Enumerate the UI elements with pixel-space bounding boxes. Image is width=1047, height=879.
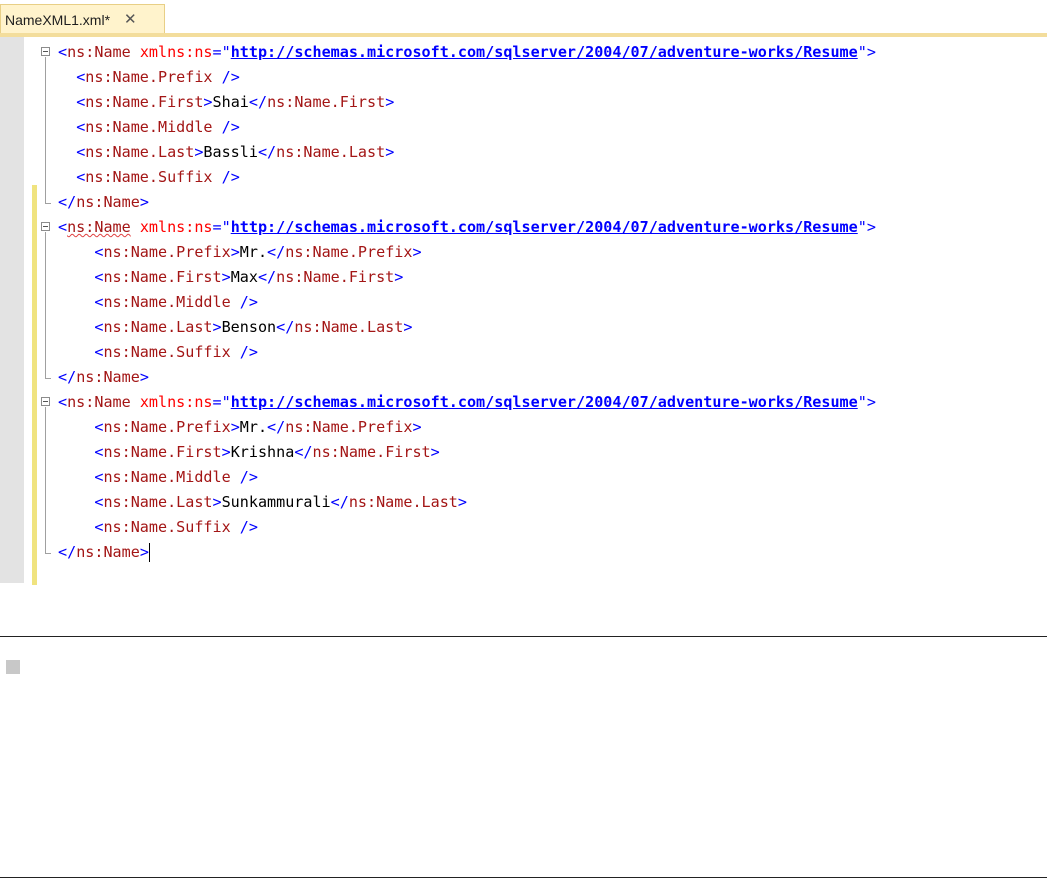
first-name-value: Max — [230, 268, 258, 286]
code-line: </ns:Name> — [58, 368, 149, 386]
collapse-icon[interactable] — [41, 222, 50, 231]
code-line: <ns:Name.Suffix /> — [94, 343, 258, 361]
last-name-value: Bassli — [203, 143, 258, 161]
pane-square-icon — [6, 660, 20, 674]
code-line: <ns:Name xmlns:ns="http://schemas.micros… — [58, 43, 876, 61]
last-name-value: Benson — [221, 318, 277, 336]
code-line: <ns:Name.Middle /> — [94, 468, 258, 486]
close-icon[interactable]: ✕ — [124, 12, 137, 27]
first-name-value: Krishna — [230, 443, 295, 461]
fold-guide-end — [45, 378, 51, 379]
code-line: <ns:Name.Middle /> — [94, 293, 258, 311]
change-indicator — [32, 185, 37, 585]
collapse-icon[interactable] — [41, 397, 50, 406]
pane-bottom-border — [0, 877, 1047, 878]
document-tab[interactable]: NameXML1.xml* ✕ — [0, 4, 165, 34]
fold-guide — [45, 407, 46, 553]
code-line: <ns:Name.Last>Sunkammurali</ns:Name.Last… — [94, 493, 467, 511]
code-line: <ns:Name xmlns:ns="http://schemas.micros… — [58, 218, 876, 236]
prefix-value: Mr. — [239, 418, 268, 436]
collapse-icon[interactable] — [41, 47, 50, 56]
xml-editor[interactable]: <ns:Name xmlns:ns="http://schemas.micros… — [0, 37, 1047, 585]
code-line: <ns:Name.First>Max</ns:Name.First> — [94, 268, 404, 286]
fold-guide — [45, 232, 46, 378]
last-name-value: Sunkammurali — [221, 493, 331, 511]
code-line: <ns:Name.Last>Benson</ns:Name.Last> — [94, 318, 413, 336]
tab-title: NameXML1.xml* — [5, 11, 111, 28]
namespace-link[interactable]: http://schemas.microsoft.com/sqlserver/2… — [231, 218, 858, 236]
prefix-value: Mr. — [239, 243, 268, 261]
fold-guide-end — [45, 553, 51, 554]
code-line: <ns:Name.First>Krishna</ns:Name.First> — [94, 443, 440, 461]
fold-guide-end — [45, 203, 51, 204]
pane-divider — [0, 636, 1047, 637]
document-tab-strip: NameXML1.xml* ✕ — [0, 0, 1047, 38]
code-line: <ns:Name.Prefix>Mr.</ns:Name.Prefix> — [94, 243, 422, 261]
code-line: <ns:Name.Suffix /> — [76, 168, 240, 186]
code-line: <ns:Name.Suffix /> — [94, 518, 258, 536]
code-line: <ns:Name.Middle /> — [76, 118, 240, 136]
code-line: <ns:Name.Prefix /> — [76, 68, 240, 86]
namespace-link[interactable]: http://schemas.microsoft.com/sqlserver/2… — [231, 43, 858, 61]
code-line: <ns:Name.First>Shai</ns:Name.First> — [76, 93, 395, 111]
first-name-value: Shai — [212, 93, 249, 111]
code-line: </ns:Name> — [58, 543, 150, 562]
editor-gutter — [0, 37, 24, 583]
namespace-link[interactable]: http://schemas.microsoft.com/sqlserver/2… — [231, 393, 858, 411]
code-line: <ns:Name.Prefix>Mr.</ns:Name.Prefix> — [94, 418, 422, 436]
code-line: <ns:Name xmlns:ns="http://schemas.micros… — [58, 393, 876, 411]
code-line: </ns:Name> — [58, 193, 149, 211]
code-area[interactable]: <ns:Name xmlns:ns="http://schemas.micros… — [58, 40, 876, 565]
text-caret — [148, 543, 150, 562]
fold-guide — [45, 57, 46, 203]
code-line: <ns:Name.Last>Bassli</ns:Name.Last> — [76, 143, 395, 161]
